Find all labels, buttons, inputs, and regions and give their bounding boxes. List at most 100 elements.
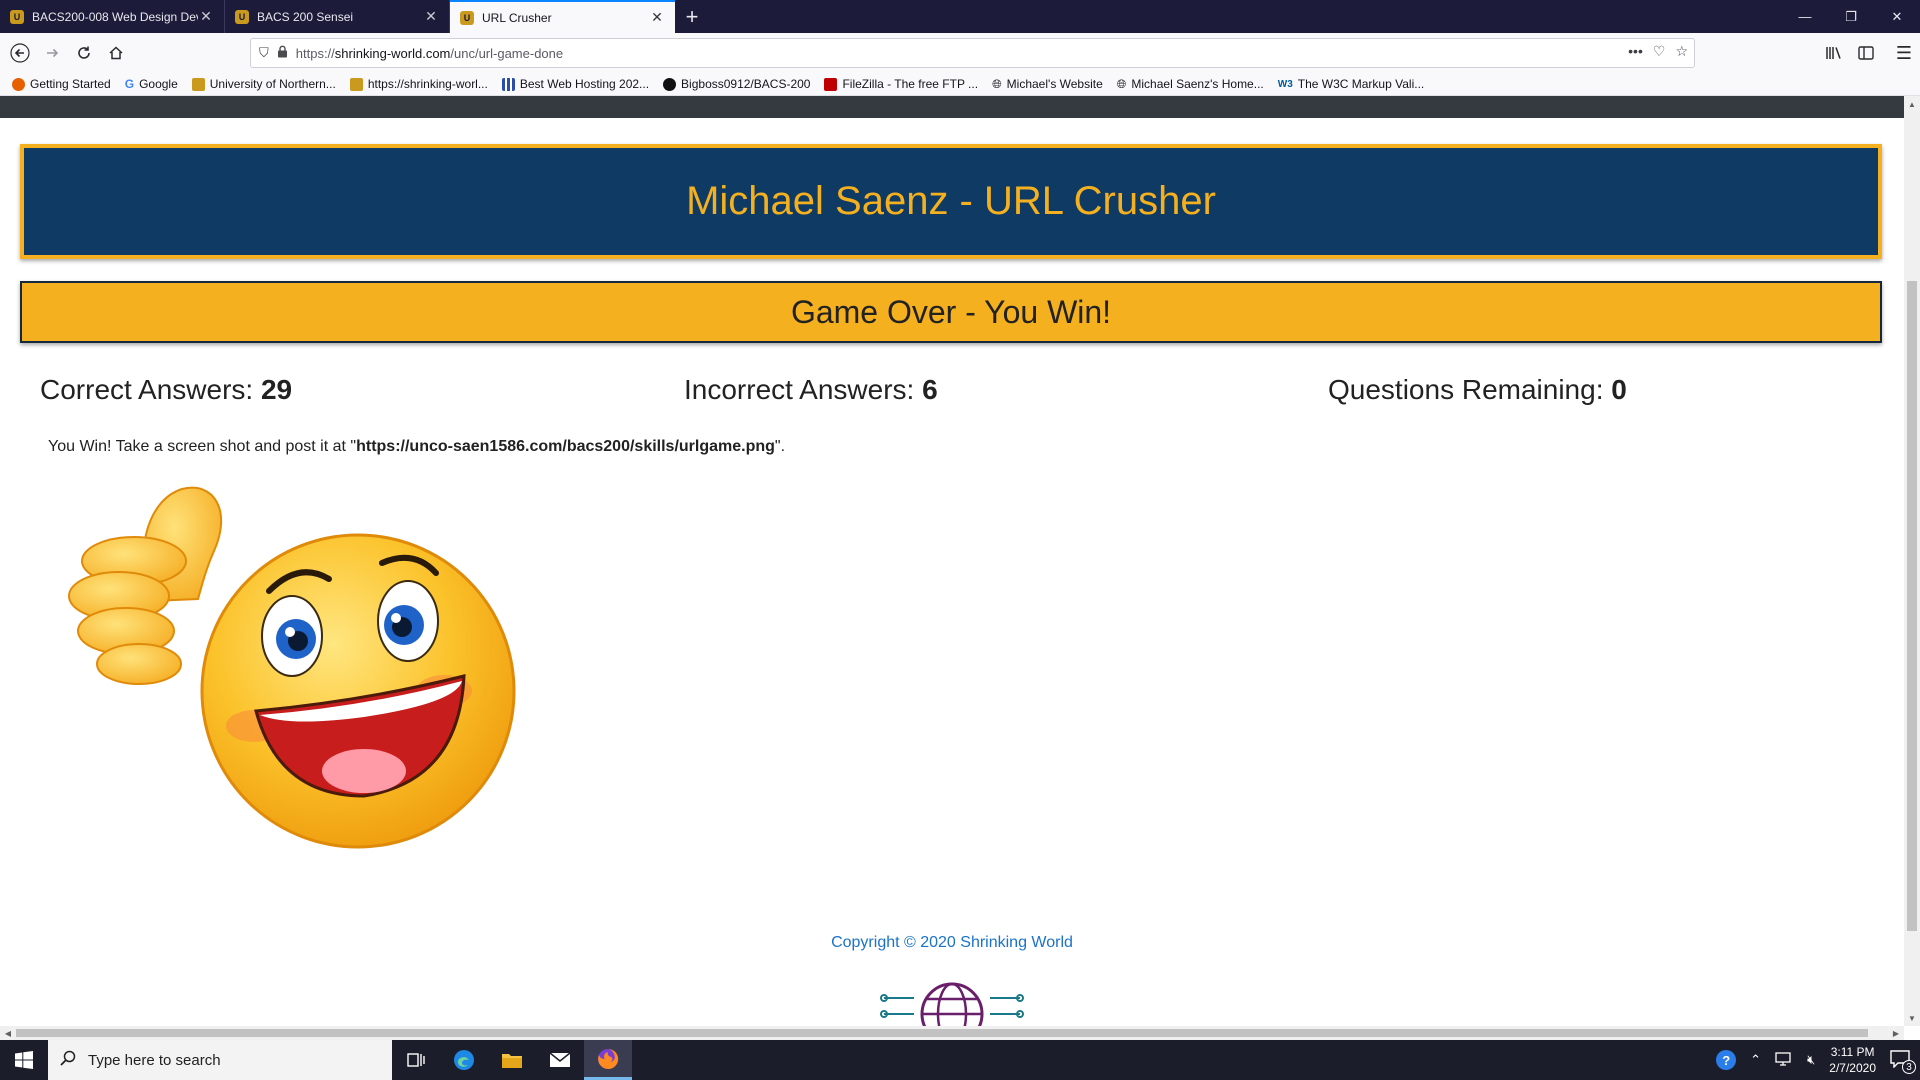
restore-icon[interactable]: ❐ [1828,0,1874,33]
scroll-up-arrow-icon[interactable]: ▲ [1904,96,1920,112]
close-icon[interactable]: ✕ [423,8,439,25]
bookmark-label: Best Web Hosting 202... [519,77,650,91]
site-header: Michael Saenz - URL Crusher [20,144,1882,259]
scroll-thumb[interactable] [16,1029,1868,1037]
lock-icon[interactable] [277,45,288,61]
stat-value: 29 [260,374,293,405]
back-arrow-icon[interactable] [4,37,36,69]
tab-label: URL Crusher [482,10,552,25]
bookmark-shrinking-world[interactable]: https://shrinking-worl... [349,77,488,91]
clock-date: 2/7/2020 [1829,1061,1876,1075]
game-result-heading: Game Over - You Win! [790,293,1112,330]
game-over-banner: Game Over - You Win! [20,281,1882,343]
reload-icon[interactable] [68,37,100,69]
hamburger-menu-icon[interactable]: ☰ [1888,37,1920,69]
file-explorer-icon[interactable] [488,1040,536,1080]
url-host: shrinking-world.com [334,45,451,61]
globe-icon: 🌐︎ [992,76,1002,91]
win-message: You Win! Take a screen shot and post it … [48,438,785,456]
scroll-left-arrow-icon[interactable]: ◀ [0,1026,16,1040]
sidebar-icon[interactable] [1850,37,1882,69]
thumbs-up-hand [68,486,223,685]
filezilla-icon [824,77,838,91]
new-tab-plus-icon[interactable]: + [675,0,709,33]
volume-muted-icon[interactable]: 🔇︎ [1807,1052,1815,1068]
bookmark-google[interactable]: G Google [125,77,178,91]
page-actions-icon[interactable]: ••• [1628,43,1643,60]
system-tray: ? ⌃ 🔇︎ 3:11 PM 2/7/2020 3 [1716,1040,1920,1080]
browser-tab-strip: U BACS200-008 Web Design Dev ✕ U BACS 20… [0,0,1920,33]
window-close-icon[interactable]: ✕ [1874,0,1920,33]
bookmark-github[interactable]: Bigboss0912/BACS-200 [663,77,810,91]
notification-count-badge: 3 [1902,1060,1916,1074]
mail-icon[interactable] [536,1040,584,1080]
bookmark-label: University of Northern... [209,77,336,91]
edge-browser-icon[interactable] [440,1040,488,1080]
bookmark-label: https://shrinking-worl... [367,77,488,91]
shield-icon [349,77,363,91]
tab-bacs200-web-design[interactable]: U BACS200-008 Web Design Dev ✕ [0,0,225,33]
bookmark-university[interactable]: University of Northern... [191,77,336,91]
bookmark-getting-started[interactable]: Getting Started [12,77,111,91]
minimize-icon[interactable]: — [1782,0,1828,33]
close-icon[interactable]: ✕ [649,9,665,26]
google-icon: G [124,77,135,91]
url-scheme: https:// [295,45,335,61]
task-view-icon[interactable] [392,1040,440,1080]
shield-icon: U [460,10,474,25]
bookmark-w3c-validator[interactable]: W3 The W3C Markup Vali... [1278,77,1424,91]
scroll-right-arrow-icon[interactable]: ▶ [1888,1026,1904,1040]
stat-label: Questions Remaining: [1328,374,1604,405]
correct-answers-stat: Correct Answers: 29 [40,374,292,406]
help-icon[interactable]: ? [1716,1050,1737,1070]
notification-center-icon[interactable]: 3 [1890,1050,1916,1074]
bookmark-label: The W3C Markup Vali... [1297,77,1425,91]
chevron-up-icon[interactable]: ⌃ [1750,1052,1761,1068]
w3c-icon: W3 [1277,78,1293,90]
score-row: Correct Answers: 29 Incorrect Answers: 6… [40,374,1880,414]
taskbar-clock[interactable]: 3:11 PM 2/7/2020 [1829,1044,1876,1076]
shield-icon: U [235,9,249,24]
tab-label: BACS 200 Sensei [257,9,354,24]
forward-arrow-icon[interactable] [36,37,68,69]
scroll-thumb[interactable] [1907,281,1917,931]
thumbs-up-smiley-image [64,481,524,851]
vertical-scrollbar[interactable]: ▲ ▼ [1904,96,1920,1026]
tab-label: BACS200-008 Web Design Dev [32,9,198,24]
bookmark-michaels-website[interactable]: 🌐︎ Michael's Website [992,77,1103,92]
incorrect-answers-stat: Incorrect Answers: 6 [684,374,938,406]
windows-start-icon[interactable] [0,1040,48,1080]
grid-icon [501,77,515,91]
site-navbar-strip [0,96,1904,118]
stat-label: Incorrect Answers: [684,374,915,405]
bookmark-label: Bigboss0912/BACS-200 [681,77,811,91]
taskbar-search-box[interactable]: Type here to search [48,1040,392,1080]
close-icon[interactable]: ✕ [198,8,214,25]
github-icon [663,77,677,91]
windows-taskbar: Type here to search ? ⌃ 🔇︎ 3:11 PM 2/7/2… [0,1040,1920,1080]
firefox-taskbar-icon[interactable] [584,1040,632,1080]
bookmark-filezilla[interactable]: FileZilla - The free FTP ... [824,77,978,91]
stat-label: Correct Answers: [40,374,254,405]
tab-bacs200-sensei[interactable]: U BACS 200 Sensei ✕ [225,0,450,33]
network-icon[interactable] [1775,1051,1793,1069]
bookmark-label: Getting Started [30,77,111,91]
address-bar[interactable]: ⛉ https://shrinking-world.com/unc/url-ga… [250,38,1695,68]
bookmarks-toolbar: Getting Started G Google University of No… [0,73,1920,96]
bookmark-web-hosting[interactable]: Best Web Hosting 202... [501,77,650,91]
library-icon[interactable] [1818,37,1850,69]
bookmark-star-icon[interactable]: ☆ [1675,43,1688,60]
page-viewport: Michael Saenz - URL Crusher Game Over - … [0,96,1904,1026]
url-path: /unc/url-game-done [450,45,564,61]
scroll-down-arrow-icon[interactable]: ▼ [1904,1010,1920,1026]
firefox-icon [12,77,25,91]
home-icon[interactable] [100,37,132,69]
tab-url-crusher[interactable]: U URL Crusher ✕ [450,0,675,33]
stat-value: 0 [1611,374,1627,405]
pocket-icon[interactable]: ♡ [1653,43,1666,60]
bookmark-label: Google [139,77,178,91]
horizontal-scrollbar[interactable]: ◀ ▶ [0,1026,1904,1040]
copyright-link[interactable]: Copyright © 2020 Shrinking World [0,934,1904,952]
tracking-shield-icon[interactable]: ⛉ [259,45,269,61]
bookmark-michael-saenz-home[interactable]: 🌐︎ Michael Saenz's Home... [1117,77,1264,92]
